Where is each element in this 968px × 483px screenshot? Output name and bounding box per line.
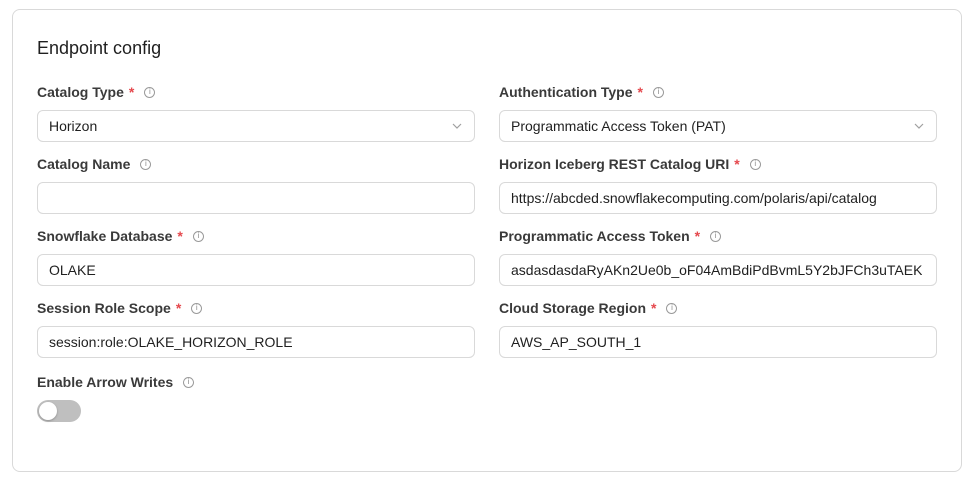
catalog-type-value: Horizon xyxy=(49,118,98,134)
catalog-uri-field: Horizon Iceberg REST Catalog URI * i htt… xyxy=(499,154,937,214)
session-role-scope-value: session:role:OLAKE_HORIZON_ROLE xyxy=(49,334,293,350)
snowflake-database-label: Snowflake Database xyxy=(37,228,173,244)
info-icon[interactable]: i xyxy=(710,230,722,242)
toggle-knob xyxy=(39,402,57,420)
authentication-type-select[interactable]: Programmatic Access Token (PAT) xyxy=(499,110,937,142)
authentication-type-label: Authentication Type xyxy=(499,84,633,100)
authentication-type-value: Programmatic Access Token (PAT) xyxy=(511,118,726,134)
enable-arrow-writes-label: Enable Arrow Writes xyxy=(37,374,174,390)
cloud-storage-region-input[interactable]: AWS_AP_SOUTH_1 xyxy=(499,326,937,358)
chevron-down-icon xyxy=(452,123,462,129)
cloud-storage-region-label: Cloud Storage Region xyxy=(499,300,646,316)
catalog-name-label: Catalog Name xyxy=(37,156,131,172)
card-title: Endpoint config xyxy=(37,38,162,58)
required-marker: * xyxy=(694,228,701,244)
session-role-scope-field: Session Role Scope * i session:role:OLAK… xyxy=(37,298,475,358)
info-icon[interactable]: i xyxy=(191,302,203,314)
catalog-name-field: Catalog Name i xyxy=(37,154,475,214)
cloud-storage-region-field: Cloud Storage Region * i AWS_AP_SOUTH_1 xyxy=(499,298,937,358)
pat-input[interactable]: asdasdasdaRyAKn2Ue0b_oF04AmBdiPdBvmL5Y2b… xyxy=(499,254,937,286)
info-icon[interactable]: i xyxy=(192,230,204,242)
pat-field: Programmatic Access Token * i asdasdasda… xyxy=(499,226,937,286)
info-icon[interactable]: i xyxy=(666,302,678,314)
info-icon[interactable]: i xyxy=(183,376,195,388)
catalog-name-input[interactable] xyxy=(37,182,475,214)
required-marker: * xyxy=(177,228,183,244)
required-marker: * xyxy=(175,300,182,316)
enable-arrow-writes-field: Enable Arrow Writes i xyxy=(37,372,337,424)
endpoint-config-card: Endpoint config Catalog Type * i Horizon… xyxy=(12,9,962,472)
required-marker: * xyxy=(128,84,135,100)
required-marker: * xyxy=(734,156,740,172)
info-icon[interactable]: i xyxy=(140,158,152,170)
pat-value: asdasdasdaRyAKn2Ue0b_oF04AmBdiPdBvmL5Y2b… xyxy=(511,262,923,278)
info-icon[interactable]: i xyxy=(749,158,761,170)
required-marker: * xyxy=(651,300,657,316)
session-role-scope-label: Session Role Scope xyxy=(37,300,171,316)
enable-arrow-writes-toggle[interactable] xyxy=(37,400,81,422)
catalog-uri-value: https://abcded.snowflakecomputing.com/po… xyxy=(511,190,877,206)
info-icon[interactable]: i xyxy=(144,86,156,98)
catalog-type-field: Catalog Type * i Horizon xyxy=(37,82,475,142)
catalog-uri-label: Horizon Iceberg REST Catalog URI xyxy=(499,156,730,172)
snowflake-database-input[interactable]: OLAKE xyxy=(37,254,475,286)
authentication-type-field: Authentication Type * i Programmatic Acc… xyxy=(499,82,937,142)
snowflake-database-field: Snowflake Database * i OLAKE xyxy=(37,226,475,286)
catalog-type-select[interactable]: Horizon xyxy=(37,110,475,142)
snowflake-database-value: OLAKE xyxy=(49,262,96,278)
catalog-uri-input[interactable]: https://abcded.snowflakecomputing.com/po… xyxy=(499,182,937,214)
catalog-type-label: Catalog Type xyxy=(37,84,124,100)
session-role-scope-input[interactable]: session:role:OLAKE_HORIZON_ROLE xyxy=(37,326,475,358)
pat-label: Programmatic Access Token xyxy=(499,228,690,244)
info-icon[interactable]: i xyxy=(652,86,664,98)
chevron-down-icon xyxy=(914,123,924,129)
required-marker: * xyxy=(637,84,643,100)
cloud-storage-region-value: AWS_AP_SOUTH_1 xyxy=(511,334,642,350)
